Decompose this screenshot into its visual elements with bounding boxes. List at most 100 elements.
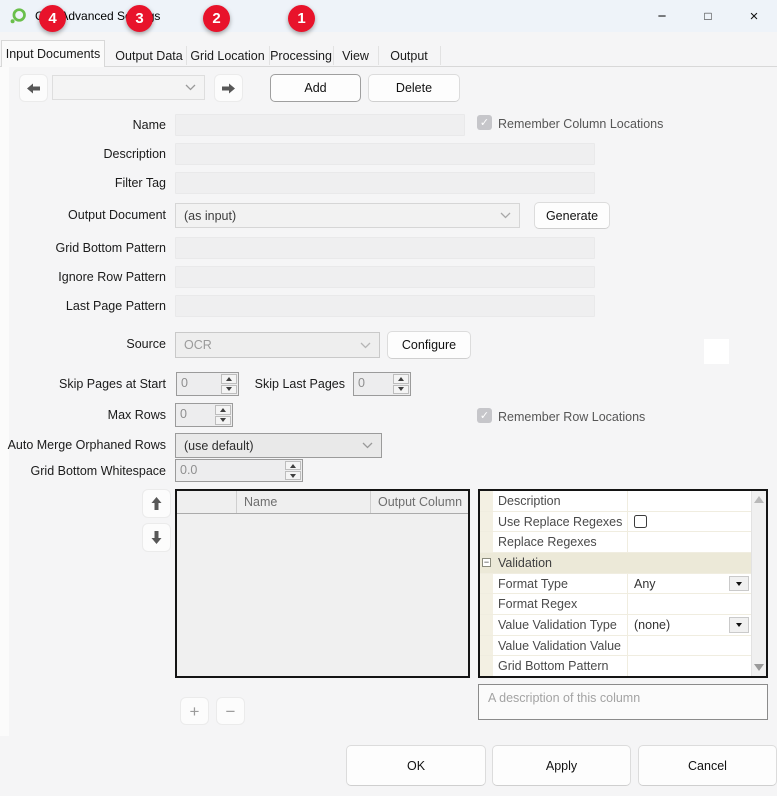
- left-arrow-icon: [26, 81, 41, 96]
- output-document-combobox[interactable]: (as input): [175, 203, 520, 228]
- spin-up-button[interactable]: [215, 405, 231, 415]
- category-expander[interactable]: −: [480, 558, 493, 567]
- property-help-text: A description of this column: [478, 684, 768, 720]
- property-indent: [480, 574, 493, 594]
- down-triangle-icon: [398, 387, 404, 391]
- tab-view[interactable]: View: [333, 45, 378, 66]
- description-input[interactable]: [175, 143, 595, 165]
- property-value[interactable]: [627, 532, 751, 552]
- property-row-value-validation-value[interactable]: Value Validation Value: [480, 636, 751, 657]
- minus-icon: −: [226, 703, 236, 720]
- property-row-use-replace-regexes[interactable]: Use Replace Regexes: [480, 512, 751, 533]
- property-value[interactable]: [627, 656, 751, 676]
- tab-input-documents[interactable]: Input Documents: [1, 40, 105, 67]
- next-document-button[interactable]: [214, 74, 243, 102]
- property-indent: [480, 594, 493, 614]
- property-row-format-regex[interactable]: Format Regex: [480, 594, 751, 615]
- minimize-button[interactable]: −: [639, 0, 685, 32]
- property-grid-scrollbar[interactable]: [751, 491, 766, 676]
- tab-output-data[interactable]: Output Data: [112, 45, 186, 66]
- auto-merge-orphaned-rows-combobox[interactable]: (use default): [175, 433, 382, 458]
- annotation-badge-1: 1: [288, 5, 315, 32]
- columns-table-header: Name Output Column: [177, 491, 468, 514]
- property-value[interactable]: [627, 491, 751, 511]
- property-row-value-validation-type[interactable]: Value Validation Type (none): [480, 615, 751, 636]
- ok-button[interactable]: OK: [346, 745, 486, 786]
- max-rows-value: 0: [176, 404, 214, 426]
- format-type-dropdown-button[interactable]: [729, 576, 749, 592]
- value-validation-type-dropdown-button[interactable]: [729, 617, 749, 633]
- collapse-icon: −: [482, 558, 491, 567]
- property-grid-rows: Description Use Replace Regexes Replace …: [480, 491, 751, 676]
- spin-up-button[interactable]: [221, 374, 237, 384]
- property-value[interactable]: Any: [627, 574, 751, 594]
- max-rows-spinner[interactable]: 0: [175, 403, 233, 427]
- property-row-replace-regexes[interactable]: Replace Regexes: [480, 532, 751, 553]
- previous-document-button[interactable]: [19, 74, 48, 102]
- property-label: Value Validation Type: [493, 618, 627, 632]
- property-row-grid-bottom-pattern[interactable]: Grid Bottom Pattern: [480, 656, 751, 676]
- ignore-row-pattern-input[interactable]: [175, 266, 595, 288]
- remember-row-locations-checkbox[interactable]: ✓: [477, 408, 492, 423]
- spin-up-button[interactable]: [285, 461, 301, 470]
- spin-down-button[interactable]: [215, 416, 231, 426]
- down-triangle-icon: [290, 474, 296, 478]
- property-value[interactable]: [627, 636, 751, 656]
- property-row-description[interactable]: Description: [480, 491, 751, 512]
- remember-column-locations-label: Remember Column Locations: [498, 117, 663, 131]
- property-row-format-type[interactable]: Format Type Any: [480, 574, 751, 595]
- tab-separator: [378, 46, 379, 65]
- cancel-button[interactable]: Cancel: [638, 745, 777, 786]
- spin-down-button[interactable]: [393, 385, 409, 395]
- spin-up-button[interactable]: [393, 374, 409, 384]
- source-value: OCR: [184, 338, 212, 352]
- scroll-up-icon[interactable]: [754, 496, 764, 503]
- filter-tag-input[interactable]: [175, 172, 595, 194]
- columns-table-header-output-column[interactable]: Output Column: [371, 491, 468, 513]
- property-category-validation[interactable]: − Validation: [480, 553, 751, 574]
- grid-bottom-pattern-input[interactable]: [175, 237, 595, 259]
- move-column-up-button[interactable]: [142, 489, 171, 518]
- chevron-down-icon: [500, 212, 511, 219]
- add-column-button[interactable]: +: [180, 697, 209, 725]
- value-validation-type-value: (none): [634, 618, 670, 632]
- grid-bottom-whitespace-label: Grid Bottom Whitespace: [0, 464, 166, 478]
- configure-button[interactable]: Configure: [387, 331, 471, 359]
- tab-separator: [440, 46, 441, 65]
- generate-button[interactable]: Generate: [534, 202, 610, 229]
- property-value[interactable]: [627, 512, 751, 532]
- property-indent: [480, 656, 493, 676]
- column-property-grid[interactable]: Description Use Replace Regexes Replace …: [478, 489, 768, 678]
- property-label: Grid Bottom Pattern: [493, 659, 627, 673]
- grid-bottom-whitespace-spinner[interactable]: 0.0: [175, 459, 303, 482]
- use-replace-regexes-checkbox[interactable]: [634, 515, 647, 528]
- skip-pages-at-start-spinner[interactable]: 0: [176, 372, 239, 396]
- property-value[interactable]: (none): [627, 615, 751, 635]
- tab-processing[interactable]: Processing: [269, 45, 333, 66]
- maximize-button[interactable]: □: [685, 0, 731, 32]
- skip-last-pages-spinner[interactable]: 0: [353, 372, 411, 396]
- property-value: [627, 553, 751, 573]
- close-button[interactable]: ×: [731, 0, 777, 32]
- move-column-down-button[interactable]: [142, 523, 171, 552]
- scroll-down-icon[interactable]: [754, 664, 764, 671]
- last-page-pattern-input[interactable]: [175, 295, 595, 317]
- columns-table-header-name[interactable]: Name: [237, 491, 371, 513]
- columns-table[interactable]: Name Output Column: [175, 489, 470, 678]
- spin-down-button[interactable]: [285, 471, 301, 480]
- remove-column-button[interactable]: −: [216, 697, 245, 725]
- name-input[interactable]: [175, 114, 465, 136]
- tabstrip-divider: [0, 66, 777, 67]
- delete-button[interactable]: Delete: [368, 74, 460, 102]
- source-combobox[interactable]: OCR: [175, 332, 380, 358]
- property-value[interactable]: [627, 594, 751, 614]
- up-triangle-icon: [290, 464, 296, 468]
- remember-column-locations-checkbox[interactable]: ✓: [477, 115, 492, 130]
- apply-button[interactable]: Apply: [492, 745, 631, 786]
- spin-down-button[interactable]: [221, 385, 237, 395]
- tab-grid-location[interactable]: Grid Location: [186, 45, 269, 66]
- tab-output[interactable]: Output: [378, 45, 440, 66]
- document-selector-combobox[interactable]: [52, 75, 205, 100]
- add-button[interactable]: Add: [270, 74, 361, 102]
- window-controls: − □ ×: [639, 0, 777, 32]
